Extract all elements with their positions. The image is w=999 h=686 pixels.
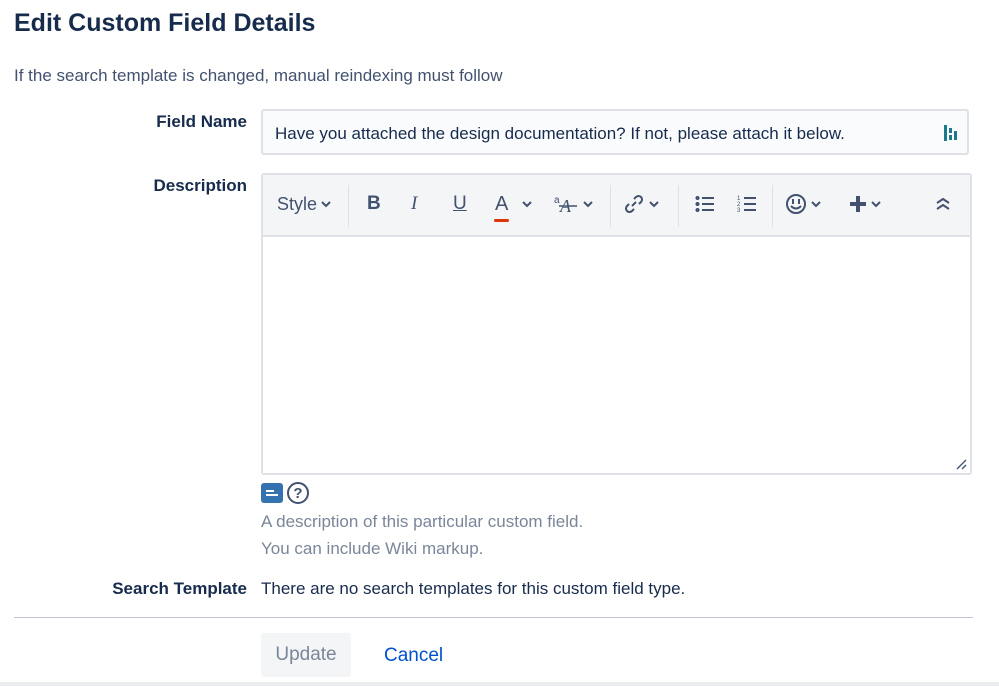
extension-icon[interactable] — [943, 123, 959, 143]
resize-handle-icon[interactable] — [955, 458, 967, 470]
description-textarea[interactable] — [263, 237, 970, 473]
bold-button[interactable]: B — [367, 189, 381, 219]
chevron-down-icon — [321, 201, 331, 208]
text-color-button[interactable]: A — [494, 189, 533, 222]
bullet-list-icon — [695, 196, 714, 212]
collapse-toolbar-button[interactable] — [935, 189, 951, 219]
field-name-input[interactable]: Have you attached the design documentati… — [261, 109, 969, 155]
description-label: Description — [153, 176, 247, 195]
bullet-list-button[interactable] — [695, 189, 715, 219]
toolbar-separator — [348, 185, 349, 227]
update-button[interactable]: Update — [261, 633, 351, 677]
insert-more-button[interactable] — [849, 189, 881, 219]
toolbar-separator — [610, 185, 611, 227]
cancel-link[interactable]: Cancel — [384, 645, 443, 667]
chevron-down-icon — [811, 201, 821, 208]
underline-icon: U — [453, 193, 467, 214]
text-color-letter: A — [495, 192, 509, 215]
search-template-text: There are no search templates for this c… — [261, 579, 686, 598]
text-mode-icon[interactable] — [261, 483, 283, 503]
link-button[interactable] — [623, 189, 659, 219]
numbered-list-icon: 1 2 3 — [737, 196, 756, 213]
svg-text:3: 3 — [737, 208, 741, 213]
text-color-icon: A — [494, 192, 510, 222]
field-name-label: Field Name — [156, 112, 247, 131]
emoji-button[interactable] — [785, 189, 821, 219]
text-effects-button[interactable]: a A — [553, 189, 593, 219]
chevron-down-icon — [583, 201, 593, 208]
help-icon[interactable]: ? — [287, 482, 309, 504]
link-icon — [624, 194, 644, 214]
page-title: Edit Custom Field Details — [14, 9, 316, 37]
bold-icon: B — [367, 193, 381, 214]
toolbar-separator — [678, 185, 679, 227]
text-color-swatch — [494, 218, 510, 222]
bottom-edge — [0, 682, 999, 686]
text-effects-icon: a A — [554, 195, 577, 215]
italic-icon: I — [411, 193, 418, 214]
editor-toolbar: Style B I U A a A 1 2 3 — [263, 175, 970, 237]
search-template-label: Search Template — [112, 579, 247, 598]
editor-mode-controls: ? — [261, 482, 309, 504]
style-dropdown[interactable]: Style — [277, 189, 331, 219]
italic-button[interactable]: I — [411, 189, 417, 219]
chevron-down-icon — [871, 201, 881, 208]
text-mode-glyph — [266, 490, 278, 496]
description-wiki-hint: You can include Wiki markup. — [261, 539, 484, 558]
description-editor: Style B I U A a A 1 2 3 — [261, 173, 972, 475]
collapse-icon — [936, 197, 950, 210]
divider — [14, 617, 973, 618]
numbered-list-button[interactable]: 1 2 3 — [737, 189, 757, 219]
emoji-icon — [786, 194, 806, 214]
field-name-value: Have you attached the design documentati… — [275, 124, 845, 143]
insert-icon — [850, 196, 866, 212]
description-hint: A description of this particular custom … — [261, 512, 584, 531]
chevron-down-icon — [649, 201, 659, 208]
toolbar-separator — [772, 185, 773, 227]
page-subtitle: If the search template is changed, manua… — [14, 66, 503, 85]
chevron-down-icon — [522, 201, 533, 208]
underline-button[interactable]: U — [453, 189, 467, 219]
style-dropdown-label: Style — [277, 193, 318, 214]
